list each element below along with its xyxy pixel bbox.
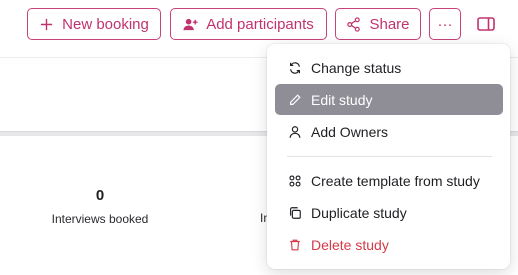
duplicate-icon bbox=[290, 206, 301, 219]
sidebar-toggle-button[interactable] bbox=[476, 14, 496, 34]
add-participants-button[interactable]: Add participants bbox=[170, 8, 327, 40]
menu-item-edit-study[interactable]: Edit study bbox=[275, 84, 503, 115]
more-options-button[interactable]: ··· bbox=[429, 8, 461, 40]
share-icon bbox=[347, 16, 361, 32]
new-booking-button[interactable]: New booking bbox=[27, 8, 161, 40]
pencil-icon bbox=[290, 93, 301, 105]
menu-item-change-status[interactable]: Change status bbox=[275, 52, 503, 83]
person-icon bbox=[289, 125, 301, 138]
menu-item-create-template[interactable]: Create template from study bbox=[275, 165, 503, 196]
menu-item-label: Add Owners bbox=[311, 123, 389, 140]
sidebar-panel-icon bbox=[477, 17, 495, 31]
share-button[interactable]: Share bbox=[335, 8, 421, 40]
refresh-icon bbox=[290, 61, 300, 74]
more-label: ··· bbox=[437, 15, 453, 33]
menu-item-label: Duplicate study bbox=[311, 204, 407, 221]
add-participants-label: Add participants bbox=[206, 15, 314, 33]
new-booking-label: New booking bbox=[62, 15, 149, 33]
menu-item-label: Create template from study bbox=[311, 172, 480, 189]
stat-interviews-booked: 0 Interviews booked bbox=[40, 187, 160, 226]
menu-item-label: Change status bbox=[311, 59, 402, 76]
user-plus-icon bbox=[183, 18, 198, 30]
template-icon bbox=[289, 174, 301, 187]
stat-label: Interviews booked bbox=[51, 212, 149, 226]
more-options-menu: Change status Edit study Add Owners Crea… bbox=[267, 44, 510, 269]
menu-separator bbox=[287, 156, 492, 157]
stat-value: 0 bbox=[95, 187, 105, 204]
trash-icon bbox=[290, 239, 300, 250]
menu-item-label: Edit study bbox=[311, 91, 373, 108]
menu-item-label: Delete study bbox=[311, 236, 389, 253]
menu-item-add-owners[interactable]: Add Owners bbox=[275, 116, 503, 147]
menu-item-delete-study[interactable]: Delete study bbox=[275, 229, 503, 260]
menu-item-duplicate-study[interactable]: Duplicate study bbox=[275, 197, 503, 228]
plus-icon bbox=[41, 18, 53, 30]
share-label: Share bbox=[369, 15, 410, 33]
